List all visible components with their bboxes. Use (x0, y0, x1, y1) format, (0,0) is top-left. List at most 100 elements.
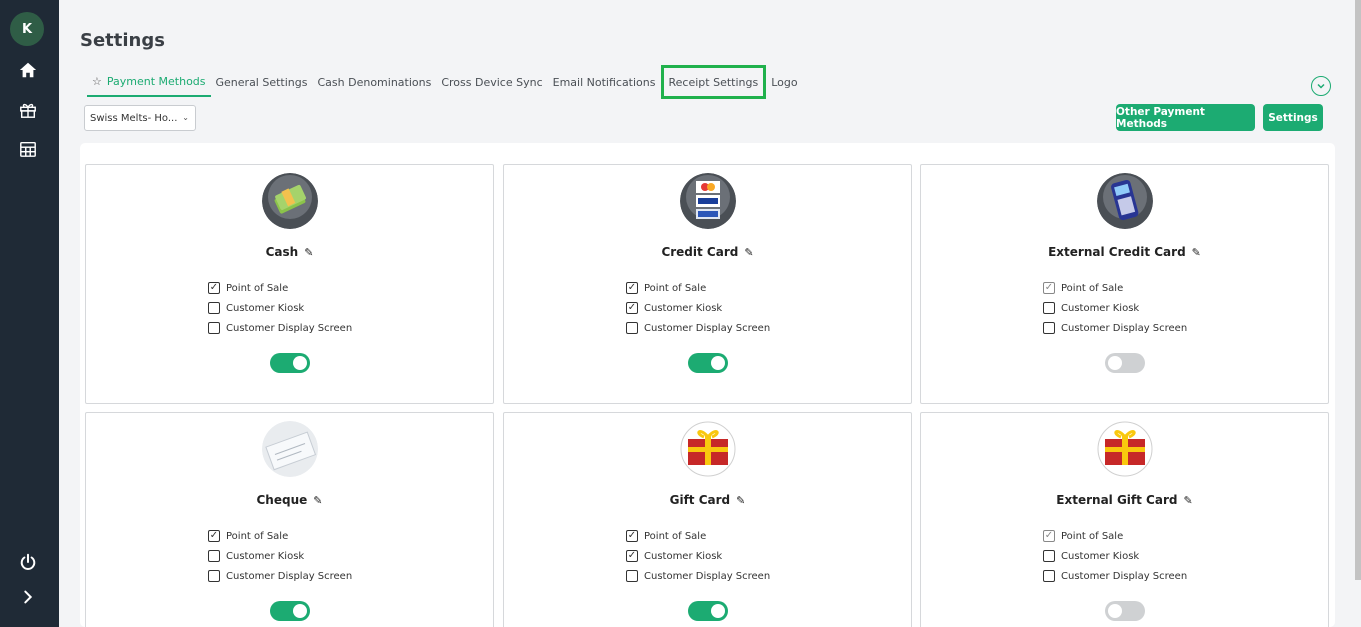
power-icon[interactable] (17, 551, 39, 573)
enable-toggle[interactable] (270, 353, 310, 373)
checkbox-label: Customer Display Screen (226, 322, 353, 334)
checkbox-customer-display-screen[interactable]: Customer Display Screen (208, 318, 352, 338)
tab-email-notifications[interactable]: Email Notifications (548, 67, 661, 97)
checkbox-label: Customer Display Screen (1061, 570, 1188, 582)
cash-icon (262, 173, 318, 229)
enable-toggle[interactable] (270, 601, 310, 621)
checkbox[interactable] (1043, 550, 1055, 562)
edit-icon[interactable]: ✎ (304, 246, 313, 259)
checkbox[interactable] (626, 322, 638, 334)
other-payment-methods-button[interactable]: Other Payment Methods (1116, 104, 1255, 131)
edit-icon[interactable]: ✎ (1192, 246, 1201, 259)
checkbox-point-of-sale[interactable]: ✓ Point of Sale (208, 278, 352, 298)
cheque-icon (262, 421, 318, 477)
checkbox[interactable] (1043, 322, 1055, 334)
enable-toggle[interactable] (1105, 353, 1145, 373)
payment-method-name: Cheque (256, 493, 308, 507)
checkbox-label: Customer Kiosk (226, 302, 305, 314)
edit-icon[interactable]: ✎ (736, 494, 745, 507)
scrollbar[interactable] (1355, 0, 1361, 580)
chevron-down-icon[interactable] (1311, 76, 1331, 96)
checkbox-label: Point of Sale (644, 530, 707, 542)
checkbox-customer-kiosk[interactable]: Customer Kiosk (208, 298, 352, 318)
checkbox-point-of-sale: ✓ Point of Sale (1043, 526, 1187, 546)
table-icon[interactable] (17, 138, 39, 160)
checkbox-customer-kiosk[interactable]: Customer Kiosk (1043, 546, 1187, 566)
checkbox[interactable]: ✓ (626, 550, 638, 562)
payment-methods-panel: Cash ✎ ✓ Point of Sale Customer Kiosk Cust… (80, 143, 1335, 627)
enable-toggle[interactable] (688, 601, 728, 621)
checkbox[interactable]: ✓ (208, 530, 220, 542)
checkbox[interactable]: ✓ (626, 530, 638, 542)
edit-icon[interactable]: ✎ (313, 494, 322, 507)
channel-checkboxes: ✓ Point of Sale Customer Kiosk Customer D… (1043, 278, 1187, 338)
checkbox-customer-kiosk[interactable]: Customer Kiosk (1043, 298, 1187, 318)
chevron-down-icon: ⌄ (182, 113, 189, 122)
tab-cross-device-sync[interactable]: Cross Device Sync (436, 67, 547, 97)
payment-card-external-gift-card: External Gift Card ✎ ✓ Point of Sale Custo… (920, 412, 1329, 627)
checkbox[interactable] (208, 550, 220, 562)
checkbox-customer-display-screen[interactable]: Customer Display Screen (1043, 318, 1187, 338)
settings-button[interactable]: Settings (1263, 104, 1323, 131)
edit-icon[interactable]: ✎ (1183, 494, 1192, 507)
checkbox-customer-display-screen[interactable]: Customer Display Screen (626, 566, 770, 586)
checkbox-label: Point of Sale (226, 282, 289, 294)
payment-method-title: External Gift Card ✎ (921, 493, 1328, 507)
enable-toggle[interactable] (688, 353, 728, 373)
checkbox-label: Customer Display Screen (644, 322, 771, 334)
tab-cash-denominations[interactable]: Cash Denominations (312, 67, 436, 97)
payment-card-cheque: Cheque ✎ ✓ Point of Sale Customer Kiosk Cu… (85, 412, 494, 627)
checkbox-customer-kiosk[interactable]: ✓ Customer Kiosk (626, 546, 770, 566)
avatar[interactable]: K (10, 12, 44, 46)
checkbox[interactable] (208, 302, 220, 314)
tab-label: Cash Denominations (317, 75, 432, 89)
checkbox-label: Customer Kiosk (226, 550, 305, 562)
checkbox-label: Customer Kiosk (1061, 550, 1140, 562)
store-select[interactable]: Swiss Melts- Ho... ⌄ (84, 105, 196, 131)
checkbox-point-of-sale[interactable]: ✓ Point of Sale (208, 526, 352, 546)
page-title: Settings (80, 30, 165, 51)
payment-method-title: Gift Card ✎ (504, 493, 911, 507)
tab-receipt-settings[interactable]: Receipt Settings (660, 65, 767, 99)
payment-method-name: External Credit Card (1048, 245, 1186, 259)
payment-card-external-credit-card: External Credit Card ✎ ✓ Point of Sale Cus… (920, 164, 1329, 404)
tab-label: Email Notifications (552, 75, 656, 89)
checkbox-point-of-sale[interactable]: ✓ Point of Sale (626, 278, 770, 298)
checkbox[interactable] (1043, 302, 1055, 314)
checkbox-label: Customer Kiosk (1061, 302, 1140, 314)
checkbox[interactable] (626, 570, 638, 582)
checkbox[interactable] (208, 570, 220, 582)
tab-general-settings[interactable]: General Settings (211, 67, 313, 97)
channel-checkboxes: ✓ Point of Sale ✓ Customer Kiosk Customer … (626, 526, 770, 586)
checkbox-customer-kiosk[interactable]: ✓ Customer Kiosk (626, 298, 770, 318)
tab-label: Payment Methods (106, 74, 206, 88)
tab-logo[interactable]: Logo (766, 67, 802, 97)
tab-label: Cross Device Sync (441, 75, 543, 89)
tab-payment-methods[interactable]: ☆ Payment Methods (87, 67, 211, 97)
checkbox[interactable] (208, 322, 220, 334)
payment-method-title: External Credit Card ✎ (921, 245, 1328, 259)
main-content: Settings ☆ Payment Methods General Setti… (59, 0, 1355, 627)
checkbox: ✓ (1043, 530, 1055, 542)
checkbox[interactable]: ✓ (626, 282, 638, 294)
checkbox-customer-display-screen[interactable]: Customer Display Screen (1043, 566, 1187, 586)
payment-method-title: Credit Card ✎ (504, 245, 911, 259)
edit-icon[interactable]: ✎ (744, 246, 753, 259)
enable-toggle[interactable] (1105, 601, 1145, 621)
checkbox-customer-display-screen[interactable]: Customer Display Screen (626, 318, 770, 338)
checkbox[interactable]: ✓ (208, 282, 220, 294)
home-icon[interactable] (17, 59, 39, 81)
channel-checkboxes: ✓ Point of Sale ✓ Customer Kiosk Customer … (626, 278, 770, 338)
checkbox-label: Customer Kiosk (644, 550, 723, 562)
checkbox[interactable]: ✓ (626, 302, 638, 314)
checkbox-point-of-sale: ✓ Point of Sale (1043, 278, 1187, 298)
checkbox-customer-kiosk[interactable]: Customer Kiosk (208, 546, 352, 566)
gift-icon[interactable] (17, 99, 39, 121)
payment-method-title: Cheque ✎ (86, 493, 493, 507)
checkbox-point-of-sale[interactable]: ✓ Point of Sale (626, 526, 770, 546)
chevron-right-icon[interactable] (17, 586, 39, 608)
checkbox[interactable] (1043, 570, 1055, 582)
checkbox-label: Point of Sale (1061, 282, 1124, 294)
channel-checkboxes: ✓ Point of Sale Customer Kiosk Customer D… (208, 278, 352, 338)
checkbox-customer-display-screen[interactable]: Customer Display Screen (208, 566, 352, 586)
